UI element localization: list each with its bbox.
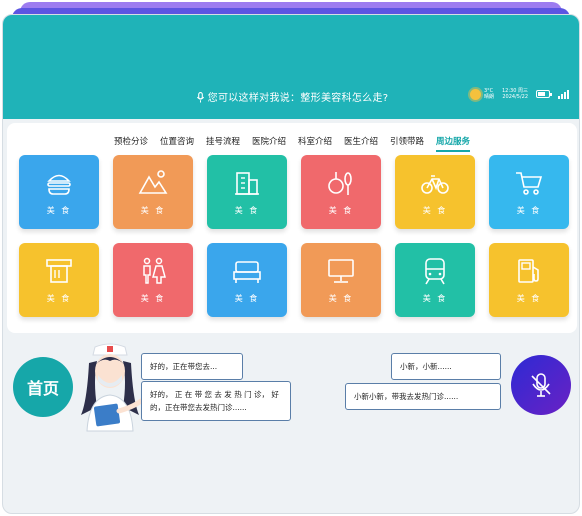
tab-7[interactable]: 周边服务 (436, 135, 471, 152)
service-tile[interactable]: 美 食 (19, 243, 99, 317)
sun-icon (469, 88, 481, 100)
tab-1[interactable]: 位置咨询 (160, 135, 194, 152)
date-text: 2024/5/22 (502, 94, 528, 100)
signal-icon (558, 89, 569, 99)
service-tile[interactable]: 美 食 (113, 155, 193, 229)
nurse-avatar (81, 343, 144, 432)
home-button[interactable]: 首页 (13, 357, 73, 417)
user-message-1: 小新，小新...... (391, 353, 501, 380)
voice-prompt-text: 您可以这样对我说：整形美容科怎么走? (207, 93, 389, 104)
tab-6[interactable]: 引领带路 (390, 135, 424, 152)
service-tile[interactable]: 美 食 (301, 155, 381, 229)
tab-4[interactable]: 科室介绍 (298, 135, 332, 152)
service-tile-label: 美 食 (234, 206, 260, 215)
landscape-icon (138, 170, 168, 194)
atm-icon (46, 259, 72, 283)
service-tile-label: 美 食 (140, 294, 166, 303)
status-bar: 3°C 晴朗 12:30 周三 2024/5/22 (469, 85, 569, 103)
voice-input-button[interactable] (511, 355, 571, 415)
service-tile-label: 美 食 (328, 294, 354, 303)
service-tile[interactable]: 美 食 (489, 155, 569, 229)
service-tile-label: 美 食 (422, 206, 448, 215)
microphone-icon (196, 92, 204, 103)
service-tile[interactable]: 美 食 (395, 155, 475, 229)
burger-icon (47, 174, 71, 195)
tab-3[interactable]: 医院介绍 (252, 135, 286, 152)
computer-icon (328, 259, 354, 283)
service-tile-label: 美 食 (46, 294, 72, 303)
tab-5[interactable]: 医生介绍 (344, 135, 378, 152)
service-tile-label: 美 食 (516, 294, 542, 303)
robot-message-2-line2: 的，正在带您去发热门诊...... (150, 403, 247, 412)
header-bar: 您可以这样对我说：整形美容科怎么走? 3°C 晴朗 12:30 周三 2024/… (3, 15, 579, 119)
service-tile[interactable]: 美 食 (19, 155, 99, 229)
hotel-bed-icon (233, 261, 261, 283)
battery-icon (536, 90, 552, 98)
tab-2[interactable]: 挂号流程 (206, 135, 240, 152)
building-icon (235, 172, 259, 195)
battery-level (538, 92, 545, 96)
microphone-muted-icon (531, 373, 551, 397)
weather-desc: 晴朗 (483, 94, 494, 100)
service-tile-label: 美 食 (328, 206, 354, 215)
service-tile[interactable]: 美 食 (395, 243, 475, 317)
robot-message-2-line1: 好的， 正 在 带 您 去 发 热 门 诊， 好 (150, 390, 279, 399)
shopping-cart-icon (516, 172, 543, 195)
service-tile[interactable]: 美 食 (113, 243, 193, 317)
interaction-area: 首页 好的，正在带您去... 好的， 正 在 带 您 去 发 热 门 诊， 好 … (3, 337, 579, 513)
service-tile-label: 美 食 (422, 294, 448, 303)
bicycle-icon (421, 175, 449, 194)
service-tile-label: 美 食 (516, 206, 542, 215)
service-tile-label: 美 食 (46, 206, 72, 215)
kiosk-screen: 您可以这样对我说：整形美容科怎么走? 3°C 晴朗 12:30 周三 2024/… (2, 14, 580, 514)
restroom-icon (143, 257, 166, 284)
dining-icon (328, 172, 352, 195)
service-tile[interactable]: 美 食 (207, 155, 287, 229)
gas-station-icon (518, 259, 539, 283)
user-message-2: 小新小新，带我去发热门诊...... (345, 383, 501, 410)
train-icon (425, 258, 445, 285)
datetime: 12:30 周三 2024/5/22 (502, 88, 528, 100)
service-tile-label: 美 食 (234, 294, 260, 303)
service-tile-label: 美 食 (140, 206, 166, 215)
tab-bar: 预检分诊 位置咨询 挂号流程 医院介绍 科室介绍 医生介绍 引领带路 周边服务 (7, 135, 577, 152)
tab-0[interactable]: 预检分诊 (114, 135, 148, 152)
weather: 3°C 晴朗 (469, 88, 494, 100)
service-panel: 预检分诊 位置咨询 挂号流程 医院介绍 科室介绍 医生介绍 引领带路 周边服务 美 食美 食美… (7, 123, 577, 333)
robot-message-2: 好的， 正 在 带 您 去 发 热 门 诊， 好 的，正在带您去发热门诊....… (141, 381, 291, 421)
service-tile[interactable]: 美 食 (207, 243, 287, 317)
robot-message-1: 好的，正在带您去... (141, 353, 243, 380)
service-grid: 美 食美 食美 食美 食美 食美 食美 食美 食美 食美 食美 食美 食 (19, 155, 569, 320)
service-tile[interactable]: 美 食 (301, 243, 381, 317)
service-tile[interactable]: 美 食 (489, 243, 569, 317)
